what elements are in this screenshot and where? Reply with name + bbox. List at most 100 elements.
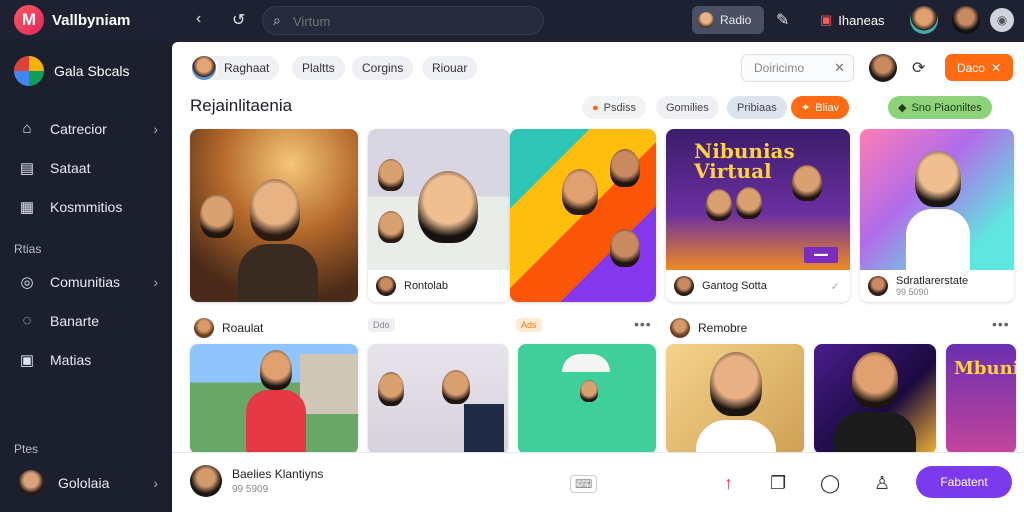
sidebar-section-heading: Rtias — [14, 242, 42, 256]
banner-text: Mbuni — [954, 358, 1016, 379]
sidebar-item-label: Comunitias — [50, 274, 121, 290]
media-card-4[interactable]: Nibunias Virtual ▬▬ Gantog Sotta ✓ — [666, 129, 850, 302]
profile-avatar — [18, 470, 44, 496]
notifications-label: Ihaneas — [838, 12, 885, 28]
sidebar-item-label: Gololaia — [58, 475, 110, 491]
caption-sub: 99 5090 — [896, 287, 929, 297]
row-label-left[interactable]: Roaulat — [194, 318, 263, 338]
sidebar-item-communities[interactable]: ◎ Comunitias › — [18, 273, 162, 291]
copy-icon[interactable]: ❐ — [770, 473, 786, 494]
media-card-3[interactable] — [510, 129, 656, 302]
chip-plaltts[interactable]: Plaltts — [292, 56, 345, 80]
user-avatar-1[interactable] — [910, 6, 938, 34]
filter-field[interactable]: Doiricimo ✕ — [741, 54, 854, 82]
sidebar-item-inbox[interactable]: ▤ Sataat — [18, 159, 162, 177]
row-label-right[interactable]: Remobre — [670, 318, 747, 338]
sidebar-item-profile[interactable]: Gololaia › — [18, 470, 162, 496]
radio-button[interactable]: Radio — [692, 6, 764, 34]
refresh-icon[interactable]: ↺ — [232, 10, 245, 30]
inbox-icon: ▤ — [19, 160, 35, 177]
sidebar: Gala Sbcals ⌂ Catrecior › ▤ Sataat ▦ Kos… — [0, 42, 172, 512]
person-body — [906, 209, 970, 270]
edit-icon[interactable]: ✎ — [776, 10, 789, 30]
media-card-11[interactable]: Mbuni — [946, 344, 1016, 454]
person-body — [834, 412, 916, 454]
comment-icon[interactable]: ◯ — [820, 473, 840, 494]
person-body — [238, 244, 318, 302]
primary-action-button[interactable]: Fabatent — [916, 466, 1012, 498]
sidebar-item-grid[interactable]: ▦ Kosmmitios — [18, 198, 162, 216]
pill-gomilies[interactable]: Gomilies — [656, 96, 719, 119]
sidebar-item-home[interactable]: ⌂ Catrecior › — [18, 120, 162, 137]
chip-corgins[interactable]: Corgins — [352, 56, 414, 80]
notifications-button[interactable]: ▣ Ihaneas — [820, 12, 885, 28]
search-input[interactable] — [293, 11, 533, 31]
chip-riouar[interactable]: Riouar — [422, 56, 478, 80]
back-icon[interactable]: ‹ — [196, 10, 201, 28]
search-icon: ⌕ — [273, 12, 281, 28]
card-image: Nibunias Virtual ▬▬ — [666, 129, 850, 270]
media-card-7[interactable] — [368, 344, 508, 454]
sidebar-item-chat[interactable]: ◌ Banarte — [18, 312, 162, 329]
user-avatar-2[interactable] — [952, 6, 980, 34]
media-card-10[interactable] — [814, 344, 936, 454]
person-figure — [710, 352, 762, 416]
bottom-user-sub: 99 5909 — [232, 484, 269, 495]
brand-label: Gala Sbcals — [54, 63, 130, 79]
check-icon: ✓ — [830, 280, 840, 293]
search-bar[interactable]: ⌕ — [262, 6, 544, 35]
app-logo[interactable]: M — [14, 5, 44, 35]
orange-action-button[interactable]: Daco ✕ — [945, 54, 1013, 81]
bottom-user-name: Baelies Klantiyns — [232, 467, 324, 481]
person-figure — [580, 380, 598, 402]
pill-pribiaas[interactable]: Pribiaas — [727, 96, 787, 119]
top-bar: M Vallbyniam ‹ ↺ ⌕ Radio ✎ ▣ Ihaneas ◉ — [0, 0, 1024, 42]
primary-button-label: Fabatent — [940, 475, 988, 489]
pill-label: Bliav — [815, 101, 840, 114]
more-options-icon[interactable]: ••• — [634, 316, 652, 332]
pill-bliav[interactable]: ✦ Bliav — [791, 96, 850, 119]
media-card-9[interactable] — [666, 344, 804, 454]
person-figure — [378, 159, 404, 191]
chip-label: Corgins — [362, 61, 404, 75]
orange-button-label: Daco — [956, 60, 985, 75]
bottom-user[interactable]: Baelies Klantiyns 99 5909 — [190, 465, 323, 497]
sidebar-item-label: Sataat — [50, 160, 91, 176]
sidebar-brand[interactable]: Gala Sbcals — [14, 56, 129, 86]
person-figure — [792, 165, 822, 201]
brand-logo — [14, 56, 44, 86]
chip-label: Raghaat — [224, 61, 270, 75]
media-card-5[interactable]: Sdratlarerstate 99 5090 — [860, 129, 1014, 302]
media-card-6[interactable] — [190, 344, 358, 454]
media-card-8[interactable] — [518, 344, 656, 454]
chat-icon: ◌ — [22, 312, 32, 329]
more-options-icon[interactable]: ••• — [992, 316, 1010, 332]
tag: Ddo — [368, 318, 395, 332]
sidebar-item-label: Matias — [50, 352, 92, 368]
sidebar-item-label: Catrecior — [50, 120, 107, 137]
sync-icon[interactable]: ⟳ — [912, 58, 925, 78]
share-icon[interactable]: ↑ — [724, 473, 733, 494]
section-title: Rejainlitaenia — [190, 96, 293, 115]
pill-psdiss[interactable]: ● Psdiss — [582, 96, 647, 119]
header-avatar[interactable] — [869, 54, 897, 82]
person-figure — [562, 169, 598, 215]
caption-avatar — [868, 276, 888, 296]
star-icon: ✦ — [801, 102, 811, 114]
row-avatar — [194, 318, 214, 338]
chip-raghaat[interactable]: Raghaat — [190, 54, 280, 82]
user-icon[interactable]: ♙ — [874, 473, 890, 494]
media-card-2[interactable]: Rontolab — [368, 129, 510, 302]
card-image — [518, 344, 656, 454]
pill-green[interactable]: ◆ Sno Piaoniltes — [888, 96, 992, 119]
person-figure — [610, 149, 640, 187]
grid-icon: ▦ — [19, 199, 35, 216]
account-icon[interactable]: ◉ — [990, 8, 1014, 32]
calendar-icon: ▣ — [19, 352, 35, 369]
person-figure — [442, 370, 470, 404]
close-icon[interactable]: ✕ — [834, 60, 845, 76]
chevron-right-icon: › — [153, 475, 158, 491]
media-card-1[interactable] — [190, 129, 358, 302]
caption-icon[interactable]: ⌨ — [570, 475, 598, 493]
sidebar-item-calendar[interactable]: ▣ Matias — [18, 351, 162, 369]
